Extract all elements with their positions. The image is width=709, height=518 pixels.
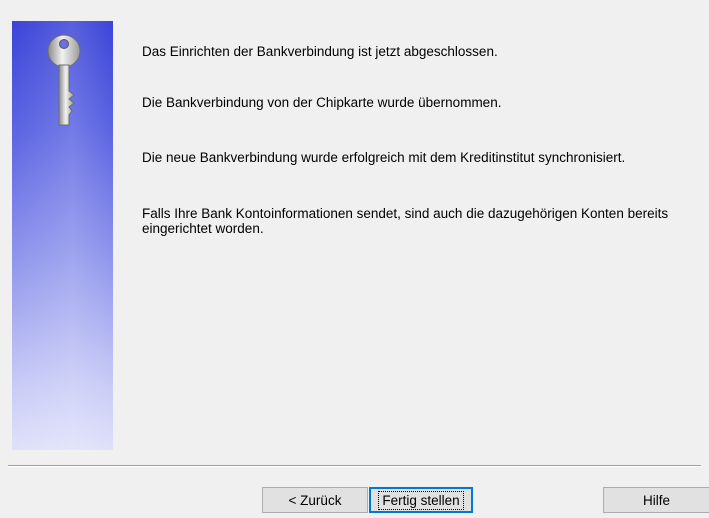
wizard-side-banner <box>12 21 113 450</box>
finish-button[interactable]: Fertig stellen <box>369 487 473 513</box>
message-accounts-info: Falls Ihre Bank Kontoinformationen sende… <box>142 206 669 236</box>
footer-separator <box>8 465 701 467</box>
back-button[interactable]: < Zurück <box>262 487 368 513</box>
message-setup-complete: Das Einrichten der Bankverbindung ist je… <box>142 44 498 59</box>
message-synchronized: Die neue Bankverbindung wurde erfolgreic… <box>142 150 626 165</box>
message-chipcard-imported: Die Bankverbindung von der Chipkarte wur… <box>142 95 502 110</box>
finish-button-label: Fertig stellen <box>378 490 464 510</box>
key-icon <box>47 34 81 126</box>
help-button[interactable]: Hilfe <box>603 487 709 513</box>
